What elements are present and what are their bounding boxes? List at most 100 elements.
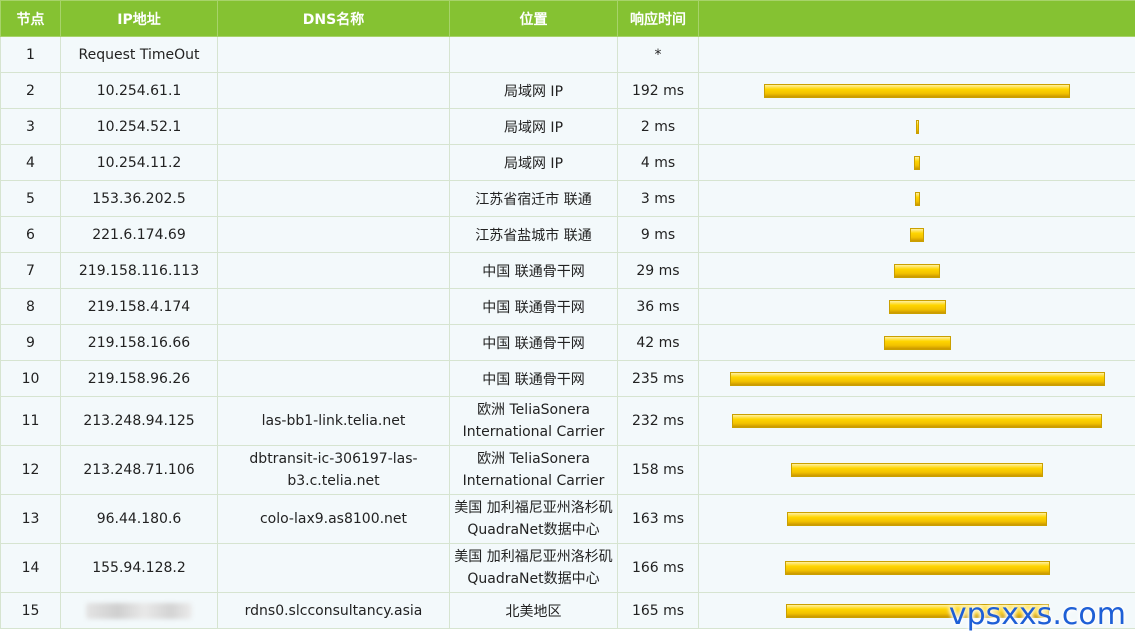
dns-cell <box>217 252 450 289</box>
ip-cell: 10.254.52.1 <box>60 108 218 145</box>
hop-cell: 8 <box>0 288 61 325</box>
latency-bar <box>914 191 920 206</box>
location-cell: 美国 加利福尼亚州洛杉矶QuadraNet数据中心 <box>449 543 618 593</box>
table-row: 2 10.254.61.1 局域网 IP 192 ms <box>0 72 1135 109</box>
latency-bar <box>764 83 1070 98</box>
hop-cell: 12 <box>0 445 61 495</box>
latency-bar <box>791 463 1043 477</box>
latency-cell: 163 ms <box>617 494 699 544</box>
location-cell: 中国 联通骨干网 <box>449 360 618 397</box>
latency-bar-cell <box>698 252 1135 289</box>
latency-cell: 2 ms <box>617 108 699 145</box>
hop-cell: 11 <box>0 396 61 446</box>
latency-bar <box>910 227 924 242</box>
latency-cell: 165 ms <box>617 592 699 629</box>
latency-bar-cell <box>698 324 1135 361</box>
latency-bar <box>894 263 940 278</box>
ip-cell: 213.248.94.125 <box>60 396 218 446</box>
latency-bar-cell <box>698 108 1135 145</box>
table-row: 14 155.94.128.2 美国 加利福尼亚州洛杉矶QuadraNet数据中心 1… <box>0 543 1135 593</box>
latency-bar-cell <box>698 144 1135 181</box>
table-row: 1 Request TimeOut * <box>0 36 1135 73</box>
ip-cell: 219.158.96.26 <box>60 360 218 397</box>
latency-bar-cell <box>698 360 1135 397</box>
location-cell <box>449 36 618 73</box>
header-bar <box>698 0 1135 37</box>
dns-cell <box>217 144 450 181</box>
location-cell: 江苏省宿迁市 联通 <box>449 180 618 217</box>
hop-cell: 1 <box>0 36 61 73</box>
hop-cell: 3 <box>0 108 61 145</box>
location-cell: 美国 加利福尼亚州洛杉矶QuadraNet数据中心 <box>449 494 618 544</box>
dns-cell <box>217 360 450 397</box>
table-row: 8 219.158.4.174 中国 联通骨干网 36 ms <box>0 288 1135 325</box>
ip-cell: 153.36.202.5 <box>60 180 218 217</box>
table-row: 7 219.158.116.113 中国 联通骨干网 29 ms <box>0 252 1135 289</box>
hop-cell: 6 <box>0 216 61 253</box>
dns-cell: rdns0.slcconsultancy.asia <box>217 592 450 629</box>
latency-cell: * <box>617 36 699 73</box>
latency-cell: 166 ms <box>617 543 699 593</box>
location-cell: 北美地区 <box>449 592 618 629</box>
ip-cell: 96.44.180.6 <box>60 494 218 544</box>
dns-cell: colo-lax9.as8100.net <box>217 494 450 544</box>
latency-cell: 9 ms <box>617 216 699 253</box>
hop-cell: 15 <box>0 592 61 629</box>
location-cell: 江苏省盐城市 联通 <box>449 216 618 253</box>
hop-cell: 4 <box>0 144 61 181</box>
dns-cell <box>217 36 450 73</box>
latency-bar-cell <box>698 445 1135 495</box>
latency-cell: 29 ms <box>617 252 699 289</box>
table-row: 13 96.44.180.6 colo-lax9.as8100.net 美国 加利福尼… <box>0 494 1135 544</box>
hop-cell: 5 <box>0 180 61 217</box>
header-latency: 响应时间 <box>617 0 699 37</box>
dns-cell <box>217 324 450 361</box>
table-row: 6 221.6.174.69 江苏省盐城市 联通 9 ms <box>0 216 1135 253</box>
latency-bar-cell <box>698 36 1135 73</box>
latency-bar-cell <box>698 396 1135 446</box>
location-cell: 局域网 IP <box>449 108 618 145</box>
latency-bar <box>784 561 1050 575</box>
latency-cell: 36 ms <box>617 288 699 325</box>
traceroute-table: 节点 IP地址 DNS名称 位置 响应时间 1 Request TimeOut * 2… <box>0 0 1135 629</box>
hop-cell: 2 <box>0 72 61 109</box>
table-row: 10 219.158.96.26 中国 联通骨干网 235 ms <box>0 360 1135 397</box>
latency-cell: 42 ms <box>617 324 699 361</box>
latency-bar <box>787 512 1047 526</box>
location-cell: 局域网 IP <box>449 144 618 181</box>
location-cell: 局域网 IP <box>449 72 618 109</box>
ip-cell: 213.248.71.106 <box>60 445 218 495</box>
location-cell: 中国 联通骨干网 <box>449 324 618 361</box>
dns-cell <box>217 216 450 253</box>
ip-cell: 10.254.11.2 <box>60 144 218 181</box>
ip-cell <box>60 592 218 629</box>
table-row: 3 10.254.52.1 局域网 IP 2 ms <box>0 108 1135 145</box>
latency-bar-cell <box>698 180 1135 217</box>
dns-cell <box>217 108 450 145</box>
table-header-row: 节点 IP地址 DNS名称 位置 响应时间 <box>0 0 1135 37</box>
table-row: 11 213.248.94.125 las-bb1-link.telia.net 欧洲… <box>0 396 1135 446</box>
dns-cell: dbtransit-ic-306197-las-b3.c.telia.net <box>217 445 450 495</box>
hop-cell: 7 <box>0 252 61 289</box>
latency-cell: 232 ms <box>617 396 699 446</box>
latency-bar-cell <box>698 288 1135 325</box>
latency-bar-cell <box>698 216 1135 253</box>
table-row: 12 213.248.71.106 dbtransit-ic-306197-las-… <box>0 445 1135 495</box>
ip-cell: 221.6.174.69 <box>60 216 218 253</box>
watermark: vpsxxs.com <box>948 597 1126 632</box>
ip-cell: 219.158.4.174 <box>60 288 218 325</box>
table-row: 4 10.254.11.2 局域网 IP 4 ms <box>0 144 1135 181</box>
dns-cell: las-bb1-link.telia.net <box>217 396 450 446</box>
header-ip: IP地址 <box>60 0 218 37</box>
latency-bar <box>914 155 920 170</box>
ip-cell: 10.254.61.1 <box>60 72 218 109</box>
ip-cell: 155.94.128.2 <box>60 543 218 593</box>
latency-bar-cell <box>698 494 1135 544</box>
table-body: 1 Request TimeOut * 2 10.254.61.1 局域网 IP 192 m… <box>0 36 1135 629</box>
blurred-ip-mask <box>86 602 192 619</box>
header-location: 位置 <box>449 0 618 37</box>
dns-cell <box>217 180 450 217</box>
ip-cell: Request TimeOut <box>60 36 218 73</box>
header-dns: DNS名称 <box>217 0 450 37</box>
latency-bar-cell <box>698 72 1135 109</box>
